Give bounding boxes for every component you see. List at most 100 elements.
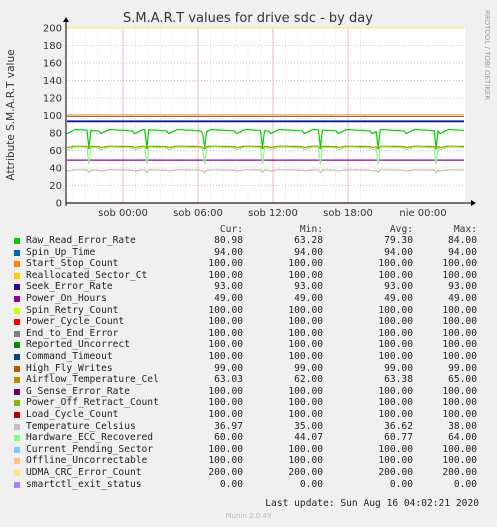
y-tick-label: 160 bbox=[43, 59, 62, 70]
y-tick-label: 120 bbox=[43, 94, 62, 105]
legend-swatch bbox=[14, 377, 20, 384]
legend-avg: 79.30 bbox=[384, 235, 413, 246]
legend-cur: 200.00 bbox=[208, 467, 243, 478]
legend-swatch bbox=[14, 319, 20, 326]
legend-avg: 100.00 bbox=[378, 443, 413, 455]
legend-swatch bbox=[14, 249, 20, 256]
legend-row: Load_Cycle_Count 100.00 100.00 100.00 100.00 bbox=[0, 409, 497, 421]
legend-max: 64.00 bbox=[448, 432, 477, 444]
legend-cur: 36.97 bbox=[214, 420, 243, 432]
legend-name: High_Fly_Writes bbox=[26, 362, 113, 374]
legend-row: Seek_Error_Rate 93.00 93.00 93.00 93.00 bbox=[0, 281, 497, 293]
legend-row: UDMA_CRC_Error_Count 200.00 200.00 200.00 20… bbox=[0, 467, 497, 479]
legend-swatch bbox=[14, 296, 20, 302]
munin-version: Munin 2.0.49 bbox=[225, 512, 272, 520]
legend-name: UDMA_CRC_Error_Count bbox=[26, 467, 142, 478]
y-tick-label: 20 bbox=[49, 181, 62, 192]
legend-max: 94.00 bbox=[448, 246, 477, 258]
legend-header: Cur: Min: Avg: Max: bbox=[0, 224, 497, 236]
legend-max: 100.00 bbox=[442, 304, 477, 316]
legend-name: Start_Stop_Count bbox=[26, 258, 119, 270]
legend-name: Offline_Uncorrectable bbox=[26, 455, 148, 467]
legend-max: 100.00 bbox=[442, 397, 477, 409]
legend-cur: 100.00 bbox=[208, 385, 243, 397]
legend-name: Hardware_ECC_Recovered bbox=[26, 432, 154, 444]
y-axis-label: Attribute S.M.A.R.T value bbox=[5, 49, 17, 180]
legend-swatch bbox=[14, 458, 20, 465]
legend-swatch bbox=[14, 423, 20, 430]
legend-name: Seek_Error_Rate bbox=[26, 281, 113, 293]
legend-min: 100.00 bbox=[288, 269, 323, 281]
legend-row: Power_On_Hours 49.00 49.00 49.00 49.00 bbox=[0, 293, 497, 305]
legend-avg: 100.00 bbox=[378, 409, 413, 420]
legend-min: 100.00 bbox=[288, 316, 323, 328]
legend-max: 49.00 bbox=[448, 293, 477, 304]
legend-row: G_Sense_Error_Rate 100.00 100.00 100.00 100.… bbox=[0, 386, 497, 398]
legend-avg: 100.00 bbox=[378, 397, 413, 409]
legend-avg: 63.38 bbox=[384, 374, 413, 386]
legend-max: 100.00 bbox=[442, 339, 477, 351]
legend-name: Current_Pending_Sector bbox=[26, 443, 154, 455]
y-tick-label: 140 bbox=[43, 76, 62, 87]
legend-name: End_to_End_Error bbox=[26, 327, 119, 339]
legend-min: 100.00 bbox=[288, 339, 323, 351]
legend-avg: 100.00 bbox=[378, 385, 413, 397]
legend-min: 200.00 bbox=[288, 467, 323, 478]
legend-row: Start_Stop_Count 100.00 100.00 100.00 100.00 bbox=[0, 258, 497, 270]
legend-min: 35.00 bbox=[294, 420, 323, 432]
legend-row: Spin_Up_Time 94.00 94.00 94.00 94.00 bbox=[0, 247, 497, 259]
legend-max: 100.00 bbox=[442, 409, 477, 420]
y-tick-label: 40 bbox=[49, 164, 62, 175]
legend-avg: 93.00 bbox=[384, 281, 413, 293]
legend-swatch bbox=[14, 284, 20, 291]
legend-row: Raw_Read_Error_Rate 80.98 63.28 79.30 84.00 bbox=[0, 235, 497, 247]
legend-min: 100.00 bbox=[288, 409, 323, 420]
legend-max: 93.00 bbox=[448, 281, 477, 293]
y-tick-label: 180 bbox=[43, 41, 62, 52]
legend-min: 100.00 bbox=[288, 327, 323, 339]
legend-min: 49.00 bbox=[294, 293, 323, 304]
legend-avg: 60.77 bbox=[384, 432, 413, 444]
legend-cur: 100.00 bbox=[208, 397, 243, 409]
legend-max: 100.00 bbox=[442, 269, 477, 281]
legend-avg: 49.00 bbox=[384, 293, 413, 304]
last-update: Last update: Sun Aug 16 04:02:21 2020 bbox=[265, 498, 479, 509]
legend-min: 63.28 bbox=[294, 235, 323, 246]
legend-avg: 100.00 bbox=[378, 327, 413, 339]
legend-max: 84.00 bbox=[448, 235, 477, 246]
legend-min: 100.00 bbox=[288, 443, 323, 455]
legend-name: Raw_Read_Error_Rate bbox=[26, 235, 136, 246]
legend-max: 65.00 bbox=[448, 374, 477, 386]
legend-name: Power_On_Hours bbox=[26, 293, 107, 304]
legend-cur: 100.00 bbox=[208, 258, 243, 270]
legend-min: 100.00 bbox=[288, 385, 323, 397]
legend-max: 99.00 bbox=[448, 362, 477, 374]
legend-swatch bbox=[14, 342, 20, 349]
legend-swatch bbox=[14, 470, 20, 476]
legend-min: 62.00 bbox=[294, 374, 323, 386]
legend-cur: 100.00 bbox=[208, 455, 243, 467]
legend-cur: 100.00 bbox=[208, 443, 243, 455]
legend-max: 100.00 bbox=[442, 327, 477, 339]
header-cur: Cur: bbox=[219, 224, 243, 235]
legend-avg: 100.00 bbox=[378, 339, 413, 351]
legend-swatch bbox=[14, 481, 20, 488]
legend-name: Spin_Retry_Count bbox=[26, 304, 119, 316]
legend-max: 38.00 bbox=[448, 420, 477, 432]
legend-cur: 100.00 bbox=[208, 351, 243, 362]
legend-cur: 100.00 bbox=[208, 316, 243, 328]
legend-swatch bbox=[14, 354, 20, 360]
legend-min: 100.00 bbox=[288, 351, 323, 362]
x-tick-label: sob 06:00 bbox=[173, 208, 223, 219]
legend-cur: 99.00 bbox=[214, 362, 243, 374]
legend-row: Command_Timeout 100.00 100.00 100.00 100.00 bbox=[0, 351, 497, 363]
legend-cur: 100.00 bbox=[208, 269, 243, 281]
legend-cur: 80.98 bbox=[214, 235, 243, 246]
legend-swatch bbox=[14, 272, 20, 279]
legend-max: 100.00 bbox=[442, 316, 477, 328]
legend-max: 100.00 bbox=[442, 455, 477, 467]
legend-row: Power_Cycle_Count 100.00 100.00 100.00 100.0… bbox=[0, 316, 497, 328]
legend-name: Spin_Up_Time bbox=[26, 246, 96, 258]
x-tick-label: sob 12:00 bbox=[248, 208, 298, 219]
header-max: Max: bbox=[453, 224, 477, 235]
